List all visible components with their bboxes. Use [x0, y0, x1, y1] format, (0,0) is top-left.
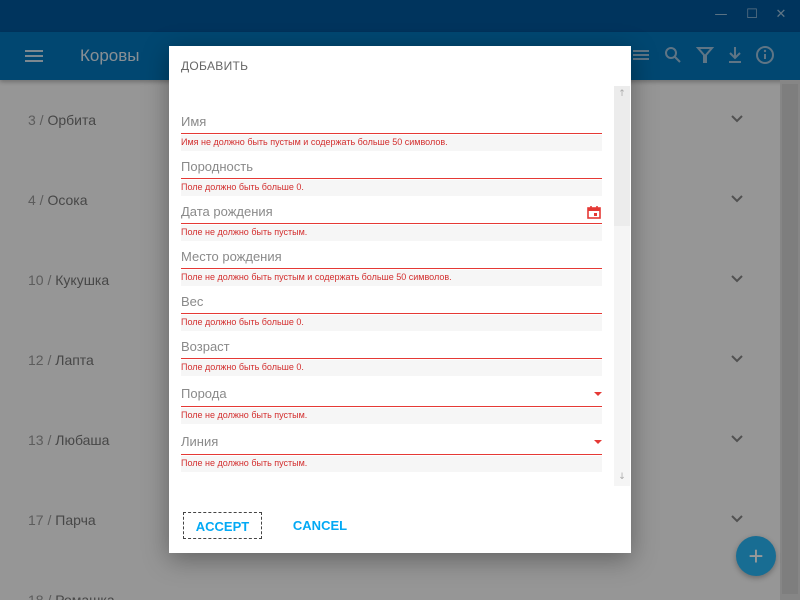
breeding-field-label: Породность: [181, 159, 253, 174]
field-underline: [181, 268, 602, 269]
line-select[interactable]: Линия Поле не должно быть пустым.: [181, 425, 602, 473]
breed-select[interactable]: Порода Поле не должно быть пустым.: [181, 377, 602, 425]
line-select-error: Поле не должно быть пустым.: [181, 456, 602, 472]
field-underline: [181, 454, 602, 455]
dialog-scrollbar-thumb[interactable]: [614, 86, 630, 226]
dialog-form: Имя Имя не должно быть пустым и содержат…: [181, 86, 602, 486]
weight-field[interactable]: Вес Поле должно быть больше 0.: [181, 287, 602, 332]
accept-button[interactable]: ACCEPT: [183, 512, 262, 539]
field-underline: [181, 406, 602, 407]
add-dialog: ДОБАВИТЬ Имя Имя не должно быть пустым и…: [169, 46, 631, 553]
scroll-down-arrow-icon[interactable]: ↓: [617, 472, 627, 482]
dropdown-arrow-icon[interactable]: [594, 392, 602, 396]
field-underline: [181, 313, 602, 314]
field-underline: [181, 358, 602, 359]
age-field[interactable]: Возраст Поле должно быть больше 0.: [181, 332, 602, 377]
birth-place-field-error: Поле не должно быть пустым и содержать б…: [181, 270, 602, 286]
birth-place-field-label: Место рождения: [181, 249, 282, 264]
age-field-error: Поле должно быть больше 0.: [181, 360, 602, 376]
birth-place-field[interactable]: Место рождения Поле не должно быть пусты…: [181, 242, 602, 287]
name-field[interactable]: Имя Имя не должно быть пустым и содержат…: [181, 86, 602, 152]
birth-date-field-error: Поле не должно быть пустым.: [181, 225, 602, 241]
breed-select-error: Поле не должно быть пустым.: [181, 408, 602, 424]
dialog-scrollbar[interactable]: ↑ ↓: [614, 86, 630, 486]
weight-field-label: Вес: [181, 294, 204, 309]
breed-select-label: Порода: [181, 386, 227, 401]
dialog-title: ДОБАВИТЬ: [181, 59, 249, 73]
cancel-button[interactable]: CANCEL: [285, 512, 355, 539]
field-underline: [181, 178, 602, 179]
breeding-field-error: Поле должно быть больше 0.: [181, 180, 602, 196]
name-field-label: Имя: [181, 114, 207, 129]
scroll-up-arrow-icon[interactable]: ↑: [617, 89, 627, 99]
field-underline: [181, 133, 602, 134]
birth-date-field-label: Дата рождения: [181, 204, 273, 219]
breeding-field[interactable]: Породность Поле должно быть больше 0.: [181, 152, 602, 197]
age-field-label: Возраст: [181, 339, 230, 354]
dropdown-arrow-icon[interactable]: [594, 440, 602, 444]
name-field-error: Имя не должно быть пустым и содержать бо…: [181, 135, 602, 151]
field-underline: [181, 223, 602, 224]
birth-date-field[interactable]: Дата рождения Поле не должно быть пустым…: [181, 197, 602, 242]
calendar-icon[interactable]: [587, 205, 601, 219]
line-select-label: Линия: [181, 434, 219, 449]
weight-field-error: Поле должно быть больше 0.: [181, 315, 602, 331]
